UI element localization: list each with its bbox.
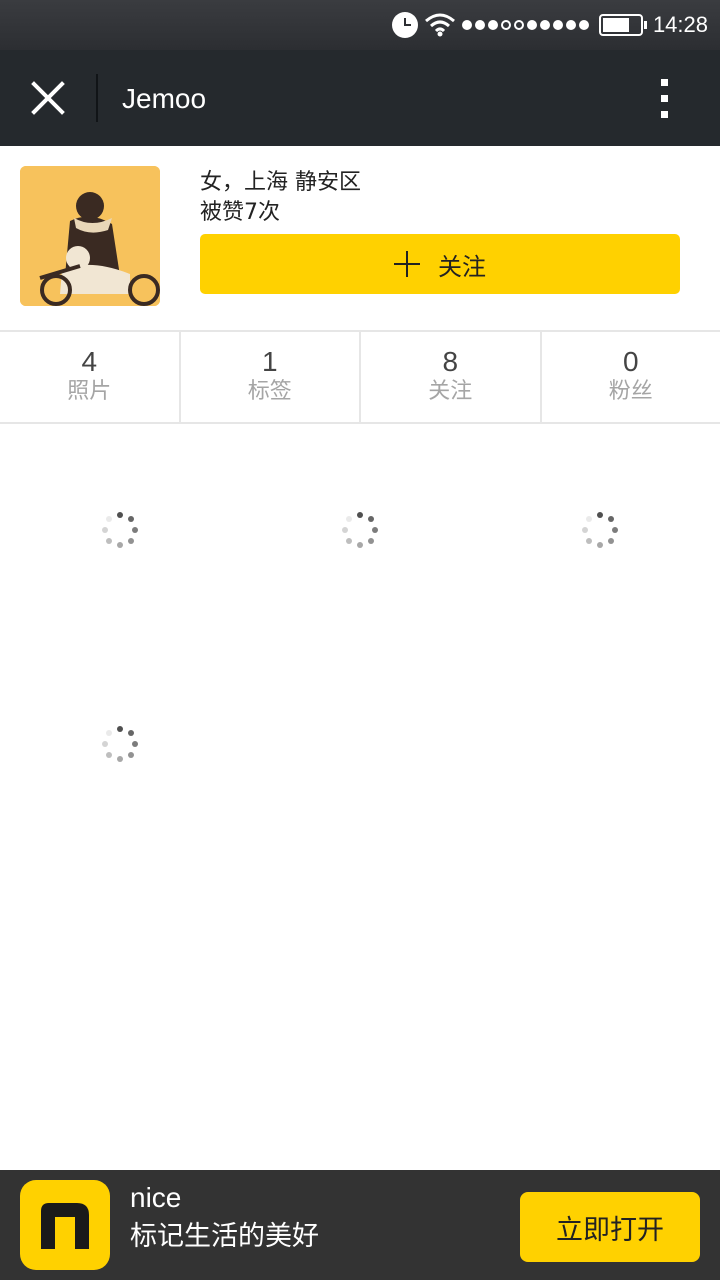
follow-button[interactable]: 关注 (200, 234, 680, 294)
spinner-dot (117, 726, 123, 732)
page-title: Jemoo (122, 83, 207, 114)
spinner-dot (582, 527, 588, 533)
stats-bar: 4 照片 1 标签 8 关注 0 粉丝 (0, 330, 720, 424)
spinner-dot (586, 537, 593, 544)
close-icon (31, 81, 65, 115)
alarm-clock-icon (391, 12, 418, 38)
spinner-dot (106, 751, 113, 758)
spinner-dot (132, 527, 138, 533)
avatar[interactable] (20, 166, 160, 306)
spinner-dot (586, 516, 593, 523)
stat-value: 0 (622, 346, 639, 377)
follow-button-label: 关注 (438, 252, 486, 281)
spinner-dot (127, 516, 134, 523)
spinner-dot (102, 741, 108, 747)
spinner-dot (117, 542, 123, 548)
spinner-dot (607, 537, 614, 544)
spinner-dot (367, 537, 374, 544)
more-vertical-icon (660, 78, 668, 86)
stat-followers[interactable]: 0 粉丝 (542, 332, 720, 422)
wifi-icon (424, 13, 455, 37)
title-bar: Jemoo (0, 50, 720, 146)
spinner-dot (346, 537, 353, 544)
open-app-button[interactable]: 立即打开 (520, 1192, 700, 1262)
photo-grid (0, 424, 720, 1170)
stat-photos[interactable]: 4 照片 (0, 332, 181, 422)
title-divider (96, 74, 98, 122)
signal-dots-icon (461, 20, 589, 30)
nice-logo-icon (41, 1203, 89, 1249)
stat-label: 关注 (428, 379, 473, 404)
profile-location: 女，上海 静安区 (200, 170, 361, 195)
spinner-dot (127, 751, 134, 758)
profile-header: 女，上海 静安区 被赞7次 关注 (0, 146, 720, 330)
spinner-dot (106, 516, 113, 523)
app-logo[interactable] (20, 1180, 110, 1270)
spinner-dot (607, 516, 614, 523)
spinner-dot (372, 527, 378, 533)
plus-icon (394, 251, 420, 277)
spinner-dot (367, 516, 374, 523)
spinner-dot (117, 756, 123, 762)
app-slogan: 标记生活的美好 (130, 1221, 319, 1252)
avatar-illustration (20, 166, 160, 306)
spinner-dot (132, 741, 138, 747)
spinner-dot (106, 730, 113, 737)
spinner-dot (102, 527, 108, 533)
spinner-dot (597, 512, 603, 518)
spinner-dot (597, 542, 603, 548)
battery-icon (598, 14, 647, 36)
spinner-dot (127, 730, 134, 737)
close-button[interactable] (18, 68, 78, 128)
stat-value: 4 (81, 346, 98, 377)
spinner-dot (106, 537, 113, 544)
loading-spinner-icon (100, 510, 140, 550)
spinner-dot (357, 542, 363, 548)
stat-following[interactable]: 8 关注 (361, 332, 542, 422)
status-icons: 14:28 (391, 0, 708, 50)
spinner-dot (346, 516, 353, 523)
spinner-dot (117, 512, 123, 518)
spinner-dot (127, 537, 134, 544)
stat-tags[interactable]: 1 标签 (181, 332, 361, 422)
loading-spinner-icon (340, 510, 380, 550)
app-download-banner: nice 标记生活的美好 立即打开 (0, 1170, 720, 1280)
stat-label: 粉丝 (608, 379, 653, 404)
spinner-dot (357, 512, 363, 518)
loading-spinner-icon (100, 724, 140, 764)
app-name: nice (130, 1182, 182, 1213)
stat-value: 8 (442, 346, 459, 377)
stat-label: 照片 (67, 379, 112, 404)
profile-likes: 被赞7次 (200, 200, 280, 225)
spinner-dot (612, 527, 618, 533)
stat-value: 1 (261, 346, 278, 377)
status-time: 14:28 (652, 12, 708, 37)
more-menu-button[interactable] (638, 72, 690, 124)
loading-spinner-icon (580, 510, 620, 550)
spinner-dot (342, 527, 348, 533)
status-bar: 14:28 (0, 0, 720, 50)
stat-label: 标签 (247, 379, 292, 404)
